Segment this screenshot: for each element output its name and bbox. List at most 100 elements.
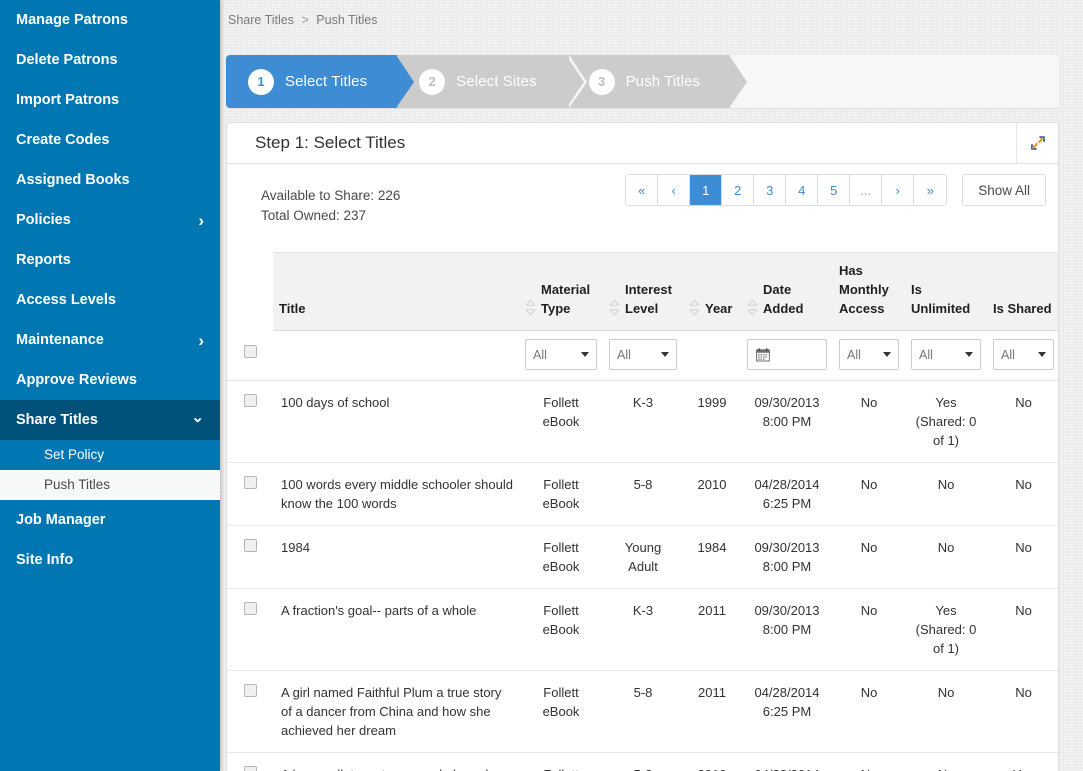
sidebar-item-label: Policies xyxy=(16,200,71,240)
cell-interest-level: 5-8 xyxy=(603,463,683,526)
column-header-year[interactable]: Year xyxy=(683,253,741,331)
pagination-prev[interactable]: ‹ xyxy=(658,175,690,205)
breadcrumb-parent[interactable]: Share Titles xyxy=(228,13,294,27)
table-row[interactable]: A girl named Faithful Plum a true story … xyxy=(227,671,1059,753)
calendar-icon xyxy=(756,348,770,362)
sidebar-item-site-info[interactable]: Site Info xyxy=(0,540,220,580)
chevron-down-icon xyxy=(883,352,891,357)
date-added-filter-input[interactable] xyxy=(747,339,827,370)
show-all-button[interactable]: Show All xyxy=(962,174,1046,206)
cell-title: A fraction's goal-- parts of a whole xyxy=(273,589,519,671)
sidebar-item-manage-patrons[interactable]: Manage Patrons xyxy=(0,0,220,40)
cell-has-monthly-access: No xyxy=(833,753,905,771)
sidebar-item-maintenance[interactable]: Maintenance xyxy=(0,320,220,360)
sidebar-item-job-manager[interactable]: Job Manager xyxy=(0,500,220,540)
material-type-filter-select[interactable]: All xyxy=(525,339,597,370)
select-titles-panel: Step 1: Select Titles Available to Share… xyxy=(226,122,1059,771)
cell-date-added: 09/30/2013 8:00 PM xyxy=(741,589,833,671)
column-header-date_added[interactable]: Date Added xyxy=(741,253,833,331)
main-content: Share Titles > Push Titles 1Select Title… xyxy=(220,0,1083,771)
wizard-step-arrow xyxy=(566,55,584,108)
expand-arrows-icon[interactable] xyxy=(1016,123,1058,163)
cell-has-monthly-access: No xyxy=(833,463,905,526)
sidebar-item-label: Approve Reviews xyxy=(16,360,137,400)
breadcrumb-separator: > xyxy=(302,13,309,27)
table-toolbar: Available to Share: 226 Total Owned: 237… xyxy=(227,164,1058,252)
pagination-page-1[interactable]: 1 xyxy=(690,175,722,205)
row-checkbox[interactable] xyxy=(244,684,257,697)
sidebar-item-label: Import Patrons xyxy=(16,80,119,120)
row-checkbox[interactable] xyxy=(244,394,257,407)
row-checkbox[interactable] xyxy=(244,602,257,615)
sort-icon[interactable] xyxy=(689,299,700,316)
sidebar-item-label: Maintenance xyxy=(16,320,104,360)
pagination-last[interactable]: » xyxy=(914,175,946,205)
cell-date-added: 09/30/2013 8:00 PM xyxy=(741,526,833,589)
chevron-down-icon xyxy=(1038,352,1046,357)
column-header-label: Has Monthly Access xyxy=(839,261,899,318)
cell-material-type: Follett eBook xyxy=(519,381,603,463)
cell-year: 2011 xyxy=(683,671,741,753)
row-select-cell xyxy=(227,381,273,463)
select-all-checkbox[interactable] xyxy=(244,345,257,358)
column-header-interest_level[interactable]: Interest Level xyxy=(603,253,683,331)
column-header-material_type[interactable]: Material Type xyxy=(519,253,603,331)
row-checkbox[interactable] xyxy=(244,766,257,771)
cell-material-type: Follett eBook xyxy=(519,526,603,589)
cell-is-unlimited: No xyxy=(905,526,987,589)
sidebar-item-delete-patrons[interactable]: Delete Patrons xyxy=(0,40,220,80)
table-row[interactable]: A long walk to water a novel : based on … xyxy=(227,753,1059,771)
interest-level-filter-select[interactable]: All xyxy=(609,339,677,370)
cell-interest-level: Young Adult xyxy=(603,526,683,589)
wizard-step-2[interactable]: 2Select Sites xyxy=(397,55,566,108)
pagination-next[interactable]: › xyxy=(882,175,914,205)
pagination-page-2[interactable]: 2 xyxy=(722,175,754,205)
pagination-page-4[interactable]: 4 xyxy=(786,175,818,205)
sidebar-item-policies[interactable]: Policies xyxy=(0,200,220,240)
pagination: «‹12345...›» xyxy=(625,174,947,206)
sidebar-item-label: Share Titles xyxy=(16,400,98,440)
row-checkbox[interactable] xyxy=(244,476,257,489)
pagination-page-5[interactable]: 5 xyxy=(818,175,850,205)
has-monthly-access-filter-select[interactable]: All xyxy=(839,339,899,370)
sidebar-item-approve-reviews[interactable]: Approve Reviews xyxy=(0,360,220,400)
chevron-right-icon xyxy=(198,212,204,229)
titles-table: Title Material TypeInterest LevelYearDate… xyxy=(227,252,1059,771)
pagination-first[interactable]: « xyxy=(626,175,658,205)
sidebar-item-label: Job Manager xyxy=(16,500,105,540)
table-row[interactable]: 100 days of schoolFollett eBookK-3199909… xyxy=(227,381,1059,463)
sidebar-item-label: Reports xyxy=(16,240,71,280)
year-filter-cell xyxy=(683,331,741,381)
table-row[interactable]: 100 words every middle schooler should k… xyxy=(227,463,1059,526)
wizard-step-3[interactable]: 3Push Titles xyxy=(567,55,730,108)
sort-icon[interactable] xyxy=(525,299,536,316)
cell-interest-level: 5-8 xyxy=(603,671,683,753)
sidebar-item-share-titles[interactable]: Share Titles xyxy=(0,400,220,440)
wizard-step-arrow xyxy=(729,55,747,108)
sidebar-item-access-levels[interactable]: Access Levels xyxy=(0,280,220,320)
pagination-page-3[interactable]: 3 xyxy=(754,175,786,205)
wizard-step-1[interactable]: 1Select Titles xyxy=(226,55,397,108)
table-filter-row: All All xyxy=(227,331,1059,381)
is-shared-filter-select[interactable]: All xyxy=(993,339,1054,370)
cell-is-shared: No xyxy=(987,526,1059,589)
sort-icon[interactable] xyxy=(609,299,620,316)
cell-year: 2011 xyxy=(683,589,741,671)
is-unlimited-filter-select[interactable]: All xyxy=(911,339,981,370)
sidebar-subitem-push-titles[interactable]: Push Titles xyxy=(0,470,220,500)
sidebar-item-create-codes[interactable]: Create Codes xyxy=(0,120,220,160)
sidebar-item-reports[interactable]: Reports xyxy=(0,240,220,280)
select-all-cell xyxy=(227,331,273,381)
row-checkbox[interactable] xyxy=(244,539,257,552)
sidebar-item-assigned-books[interactable]: Assigned Books xyxy=(0,160,220,200)
sort-icon[interactable] xyxy=(747,299,758,316)
wizard-step-number: 1 xyxy=(248,69,274,95)
table-row[interactable]: 1984Follett eBookYoung Adult198409/30/20… xyxy=(227,526,1059,589)
table-row[interactable]: A fraction's goal-- parts of a wholeFoll… xyxy=(227,589,1059,671)
sidebar-subitem-set-policy[interactable]: Set Policy xyxy=(0,440,220,470)
cell-year: 1984 xyxy=(683,526,741,589)
sidebar-item-label: Site Info xyxy=(16,540,73,580)
column-header-label: Title xyxy=(279,299,306,318)
sidebar-item-import-patrons[interactable]: Import Patrons xyxy=(0,80,220,120)
cell-material-type: Follett eBook xyxy=(519,753,603,771)
